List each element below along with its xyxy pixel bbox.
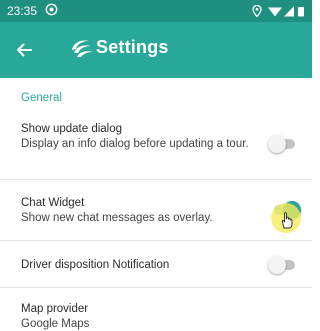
back-button[interactable]	[10, 36, 38, 64]
show-update-dialog-toggle[interactable]	[268, 135, 298, 153]
setting-title: Chat Widget	[21, 197, 85, 209]
status-bar: 23:35	[0, 0, 312, 22]
setting-title: Driver disposition Notification	[21, 259, 170, 271]
setting-title: Map provider	[21, 303, 89, 315]
status-time: 23:35	[7, 4, 38, 18]
arrow-left-icon	[17, 43, 32, 57]
setting-value: Google Maps	[21, 318, 90, 330]
section-header-general: General	[21, 92, 62, 104]
page-title: Settings	[96, 37, 169, 57]
setting-chat-widget[interactable]: Chat Widget Show new chat messages as ov…	[0, 180, 312, 240]
wifi-icon	[268, 7, 282, 17]
swoosh-logo-icon	[72, 40, 93, 57]
status-icons	[252, 5, 304, 17]
signal-icon	[284, 6, 294, 17]
setting-subtitle: Display an info dialog before updating a…	[21, 138, 249, 150]
at-sign-icon	[45, 3, 58, 16]
driver-disposition-toggle[interactable]	[268, 256, 298, 274]
setting-driver-disposition-notification[interactable]: Driver disposition Notification	[0, 241, 312, 287]
setting-subtitle: Show new chat messages as overlay.	[21, 212, 213, 224]
app-bar: Settings	[0, 22, 312, 78]
location-icon	[252, 5, 262, 17]
setting-map-provider[interactable]: Map provider Google Maps	[0, 288, 312, 330]
setting-title: Show update dialog	[21, 123, 123, 135]
setting-show-update-dialog[interactable]: Show update dialog Display an info dialo…	[0, 115, 312, 179]
hand-pointer-icon	[281, 212, 293, 229]
battery-icon	[298, 7, 304, 17]
